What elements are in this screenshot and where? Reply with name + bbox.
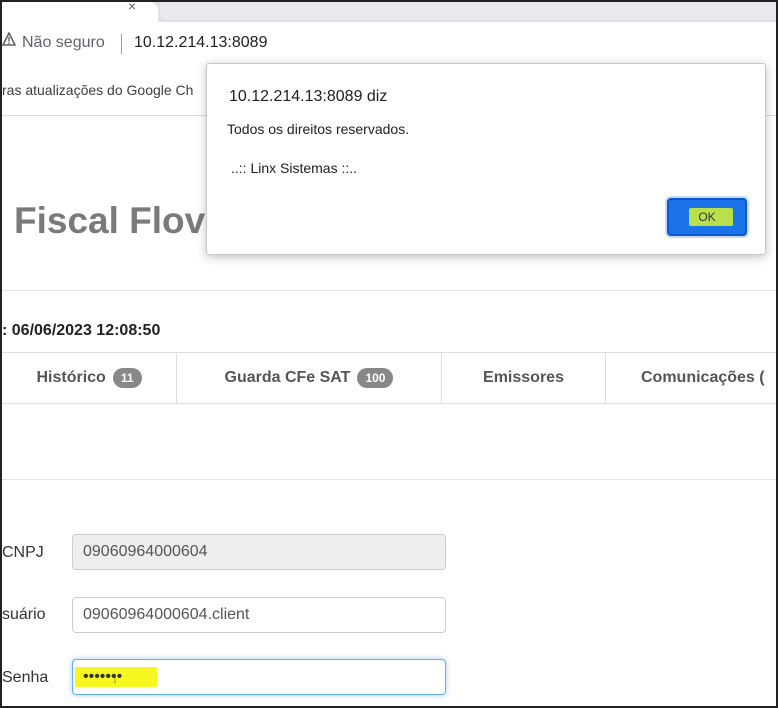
browser-address-bar: Não seguro 10.12.214.13:8089	[2, 22, 776, 66]
tab-emissores[interactable]: Emissores	[442, 353, 606, 403]
senha-value: •••••••	[83, 668, 123, 685]
close-icon[interactable]: ×	[128, 2, 136, 14]
divider	[2, 290, 776, 291]
browser-tab-strip: ×	[2, 2, 776, 22]
security-status-label[interactable]: Não seguro	[22, 34, 105, 52]
alert-dialog: 10.12.214.13:8089 diz Todos os direitos …	[206, 63, 766, 255]
usuario-field[interactable]: 09060964000604.client	[72, 597, 446, 633]
tab-label: Guarda CFe SAT	[224, 369, 351, 386]
browser-tab-inactive[interactable]	[160, 2, 776, 20]
url-field[interactable]: 10.12.214.13:8089	[134, 34, 267, 52]
dialog-title: 10.12.214.13:8089 diz	[229, 88, 388, 105]
dialog-message-secondary: ..:: Linx Sistemas ::..	[231, 160, 358, 176]
tab-label: Histórico	[36, 369, 106, 386]
divider	[2, 479, 776, 480]
senha-field[interactable]: •••••••	[72, 659, 446, 695]
senha-label: Senha	[2, 669, 49, 686]
nav-tabs: Histórico 11 Guarda CFe SAT 100 Emissore…	[2, 352, 776, 404]
cnpj-value: 09060964000604	[83, 543, 208, 560]
tab-historico[interactable]: Histórico 11	[2, 353, 177, 403]
ok-button[interactable]: OK	[667, 198, 747, 236]
dialog-message: Todos os direitos reservados.	[227, 121, 410, 137]
usuario-value: 09060964000604.client	[83, 606, 250, 623]
browser-tab-active[interactable]: ×	[2, 2, 158, 22]
page-title: Fiscal Flov	[14, 200, 206, 241]
cnpj-label: CNPJ	[2, 544, 44, 561]
cnpj-field[interactable]: 09060964000604	[72, 534, 446, 570]
text-cursor-icon	[114, 677, 116, 683]
ok-button-label: OK	[698, 210, 716, 224]
count-badge: 11	[112, 368, 142, 388]
tab-label: Emissores	[483, 369, 564, 386]
tab-label: Comunicações (	[641, 369, 765, 386]
last-update-datetime: : 06/06/2023 12:08:50	[2, 322, 161, 339]
count-badge: 100	[357, 368, 394, 388]
bookmark-item[interactable]: ras atualizações do Google Ch	[2, 82, 193, 98]
screenshot-frame: × Não seguro 10.12.214.13:8089 ras atual…	[0, 0, 778, 708]
warning-icon[interactable]	[2, 32, 16, 46]
divider	[121, 34, 122, 54]
usuario-label: suário	[2, 606, 46, 623]
tab-guarda-cfe-sat[interactable]: Guarda CFe SAT 100	[177, 353, 442, 403]
tab-comunicacoes[interactable]: Comunicações (	[606, 353, 776, 403]
